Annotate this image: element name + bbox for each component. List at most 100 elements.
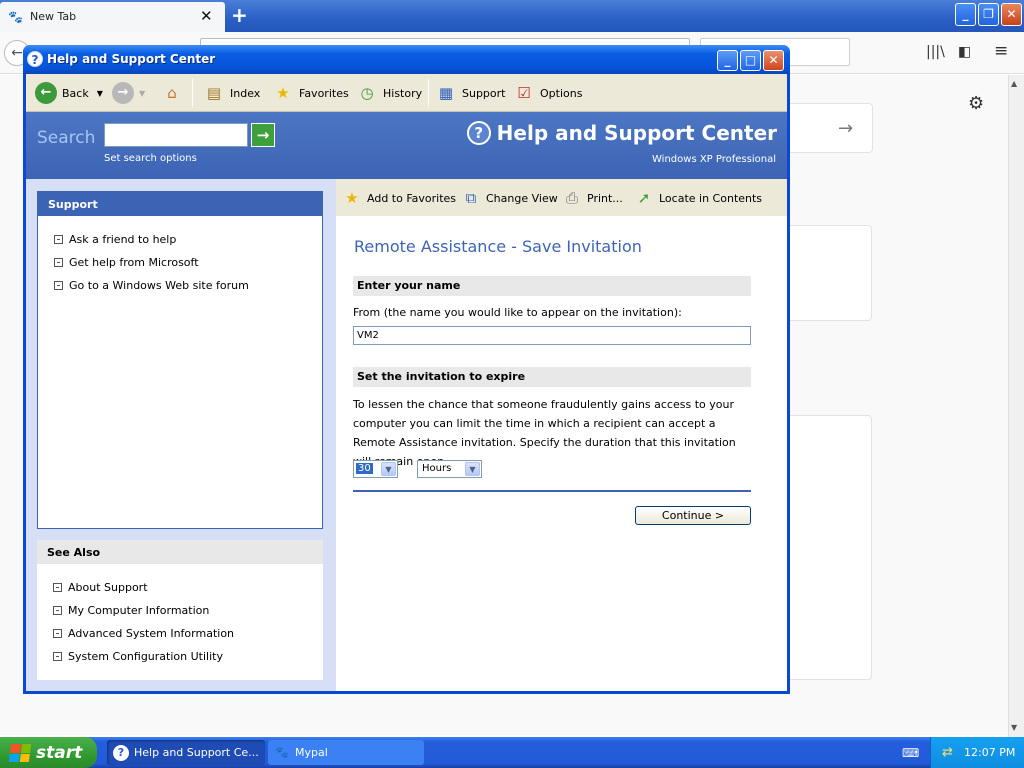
- browser-tab[interactable]: 🐾 New Tab ✕: [0, 2, 225, 32]
- browser-close-button[interactable]: ✕: [1001, 3, 1022, 26]
- window-title: Help and Support Center: [47, 52, 216, 66]
- library-icon[interactable]: |||\: [926, 44, 945, 60]
- link-label: Ask a friend to help: [69, 233, 177, 246]
- link-label: My Computer Information: [68, 604, 210, 617]
- options-button[interactable]: ☑ Options: [513, 82, 582, 104]
- search-input[interactable]: [104, 123, 248, 147]
- duration-select[interactable]: 30 ▼: [353, 460, 398, 478]
- search-banner: Search → Set search options ? Help and S…: [26, 112, 787, 179]
- clock-icon: ◷: [360, 84, 374, 102]
- clock: 12:07 PM: [964, 746, 1016, 759]
- back-button[interactable]: ← Back ▼: [35, 82, 103, 104]
- window-titlebar[interactable]: ? Help and Support Center _ □ ✕: [23, 45, 790, 74]
- keyboard-icon[interactable]: ⌨: [902, 746, 919, 760]
- support-panel: Support Ask a friend to help Get help fr…: [37, 191, 323, 529]
- chevron-down-icon[interactable]: ▼: [139, 89, 145, 98]
- browser-maximize-button[interactable]: ❐: [978, 3, 999, 26]
- home-button[interactable]: ⌂: [161, 82, 188, 104]
- toolbar-separator: [192, 79, 193, 107]
- gear-icon[interactable]: ⚙: [968, 93, 984, 114]
- start-button[interactable]: start: [0, 737, 97, 768]
- chevron-down-icon[interactable]: ▼: [465, 462, 480, 476]
- bullet-icon: [54, 258, 63, 267]
- bullet-icon: [53, 629, 62, 638]
- unit-select[interactable]: Hours ▼: [417, 460, 482, 478]
- see-also-panel: See Also About Support My Computer Infor…: [37, 540, 323, 680]
- continue-button[interactable]: Continue >: [635, 506, 751, 525]
- link-advanced-system-info[interactable]: Advanced System Information: [53, 627, 234, 640]
- browser-scrollbar[interactable]: ▲ ▼: [1008, 75, 1024, 737]
- close-button[interactable]: ✕: [763, 50, 784, 71]
- highlight-card[interactable]: [780, 415, 872, 680]
- minimize-button[interactable]: _: [717, 50, 738, 71]
- left-pane: Support Ask a friend to help Get help fr…: [26, 179, 336, 691]
- tab-close-icon[interactable]: ✕: [200, 7, 213, 25]
- search-go-button[interactable]: →: [251, 123, 275, 147]
- divider: [353, 490, 751, 492]
- search-options-link[interactable]: Set search options: [104, 153, 197, 164]
- content-pane: ★ Add to Favorites ⧉ Change View ⎙ Print…: [336, 179, 787, 691]
- change-view-button[interactable]: ⧉ Change View: [461, 188, 558, 208]
- book-icon: ▤: [206, 84, 222, 102]
- arrow-right-icon[interactable]: →: [838, 118, 853, 139]
- scroll-down-icon[interactable]: ▼: [1011, 723, 1017, 732]
- print-button[interactable]: ⎙ Print...: [562, 188, 623, 208]
- toolbar-separator: [428, 79, 429, 107]
- page-title: Remote Assistance - Save Invitation: [354, 237, 642, 256]
- link-label: Go to a Windows Web site forum: [69, 279, 249, 292]
- scroll-up-icon[interactable]: ▲: [1011, 79, 1017, 88]
- browser-minimize-button[interactable]: _: [955, 3, 976, 26]
- link-web-forum[interactable]: Go to a Windows Web site forum: [54, 279, 249, 292]
- back-arrow-icon: ←: [35, 82, 57, 104]
- bullet-icon: [54, 235, 63, 244]
- menu-icon[interactable]: ≡: [994, 41, 1008, 61]
- support-header: Support: [38, 192, 322, 216]
- mypal-icon: 🐾: [275, 745, 289, 759]
- link-system-config-utility[interactable]: System Configuration Utility: [53, 650, 223, 663]
- taskbar-item-label: Mypal: [295, 746, 328, 759]
- print-label: Print...: [587, 191, 623, 205]
- maximize-button[interactable]: □: [740, 50, 761, 71]
- expire-description: To lessen the chance that someone fraudu…: [353, 398, 736, 468]
- index-button[interactable]: ▤ Index: [203, 82, 260, 104]
- locate-label: Locate in Contents: [659, 191, 763, 205]
- navigation-toolbar: ← Back ▼ → ▼ ⌂ ▤ Index ★ Favorites ◷ His…: [26, 74, 787, 112]
- taskbar-item-label: Help and Support Ce...: [134, 746, 259, 759]
- history-button[interactable]: ◷ History: [356, 82, 422, 104]
- add-to-favorites-button[interactable]: ★ Add to Favorites: [342, 188, 456, 208]
- favorites-button[interactable]: ★ Favorites: [272, 82, 348, 104]
- name-input[interactable]: [353, 326, 751, 345]
- banner-title: ? Help and Support Center: [466, 121, 777, 145]
- new-tab-button[interactable]: +: [231, 3, 248, 27]
- locate-arrow-icon: ➚: [637, 189, 651, 207]
- taskbar-item-mypal[interactable]: 🐾 Mypal: [268, 740, 424, 765]
- chevron-down-icon[interactable]: ▼: [381, 462, 396, 476]
- help-icon: ?: [466, 121, 491, 145]
- help-icon: ?: [27, 51, 43, 67]
- support-button[interactable]: ▦ Support: [435, 82, 506, 104]
- printer-icon: ⎙: [565, 189, 578, 207]
- browser-titlebar: 🐾 New Tab ✕ + _ ❐ ✕: [0, 0, 1024, 32]
- top-site-card[interactable]: [780, 225, 872, 321]
- link-label: Get help from Microsoft: [69, 256, 199, 269]
- locate-in-contents-button[interactable]: ➚ Locate in Contents: [634, 188, 762, 208]
- from-label: From (the name you would like to appear …: [353, 306, 682, 319]
- chevron-down-icon[interactable]: ▼: [97, 89, 103, 98]
- network-icon[interactable]: ⇄: [942, 745, 953, 760]
- support-icon: ▦: [438, 84, 454, 102]
- new-tab-search-box[interactable]: [780, 103, 873, 153]
- search-label: Search: [37, 128, 96, 148]
- forward-button[interactable]: → ▼: [112, 82, 145, 104]
- change-view-icon: ⧉: [465, 189, 477, 207]
- link-get-help-microsoft[interactable]: Get help from Microsoft: [54, 256, 199, 269]
- home-icon: ⌂: [167, 84, 177, 102]
- tab-title: New Tab: [30, 10, 77, 23]
- link-ask-friend[interactable]: Ask a friend to help: [54, 233, 176, 246]
- bullet-icon: [53, 652, 62, 661]
- link-my-computer-info[interactable]: My Computer Information: [53, 604, 209, 617]
- taskbar-item-help[interactable]: ? Help and Support Ce...: [107, 740, 265, 765]
- sidebar-icon[interactable]: ◧: [958, 44, 971, 60]
- add-favorites-label: Add to Favorites: [367, 191, 457, 205]
- link-about-support[interactable]: About Support: [53, 581, 148, 594]
- start-label: start: [36, 742, 83, 763]
